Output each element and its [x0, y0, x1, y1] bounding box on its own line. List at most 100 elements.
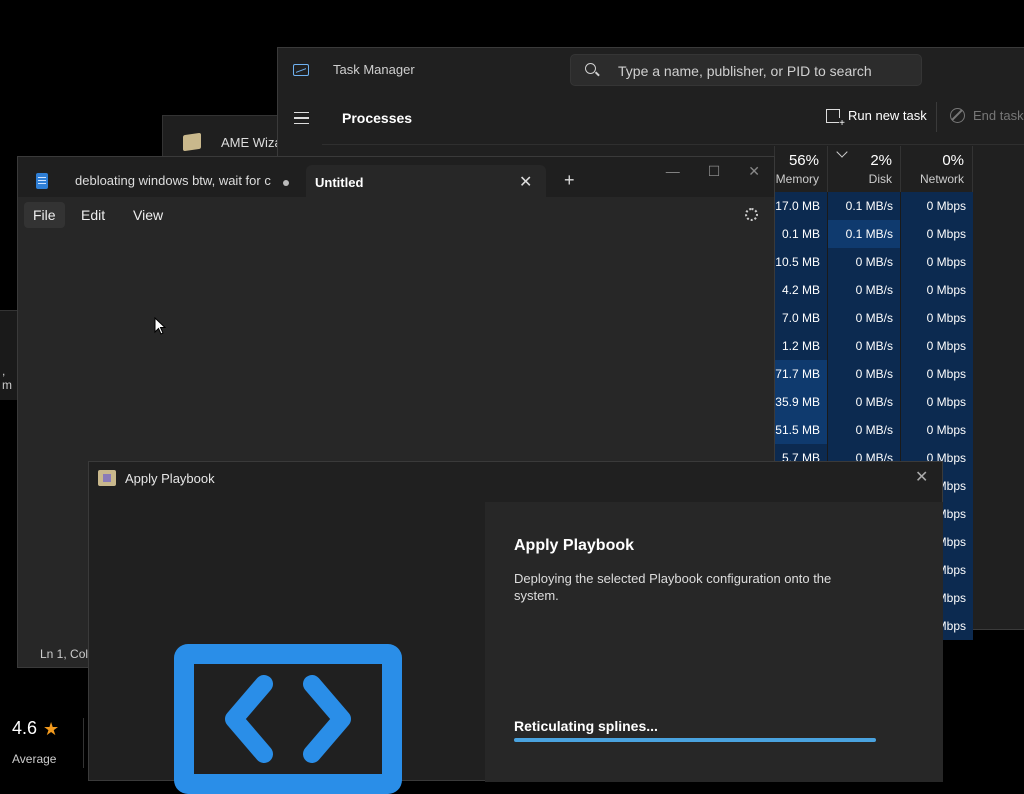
network-cell: 0 Mbps: [900, 192, 973, 220]
memory-cell: 7.0 MB: [774, 304, 827, 332]
close-window-icon[interactable]: ✕: [748, 163, 760, 180]
search-placeholder: Type a name, publisher, or PID to search: [618, 63, 872, 79]
column-header-network[interactable]: 0% Network: [900, 146, 973, 192]
column-header-memory[interactable]: 56% Memory: [774, 146, 827, 192]
window-controls: — ☐ ✕: [666, 163, 760, 180]
run-task-icon: [826, 108, 845, 129]
mouse-cursor-icon: [154, 317, 167, 335]
run-new-task-button[interactable]: Run new task: [826, 108, 927, 129]
table-row[interactable]: 35.9 MB 0 MB/s 0 Mbps: [774, 388, 974, 416]
new-tab-icon[interactable]: +: [564, 170, 575, 191]
network-label: Network: [919, 172, 964, 186]
table-row[interactable]: 71.7 MB 0 MB/s 0 Mbps: [774, 360, 974, 388]
page-title: Processes: [342, 110, 413, 126]
run-new-task-label: Run new task: [848, 108, 927, 123]
memory-cell: 4.2 MB: [774, 276, 827, 304]
rating-summary: 4.6 ★ Average: [12, 718, 59, 766]
menu-view[interactable]: View: [133, 207, 163, 223]
toolbar-separator: [936, 102, 937, 132]
code-playbook-icon: [174, 644, 402, 794]
column-header-disk[interactable]: 2% Disk: [827, 146, 900, 192]
network-percent: 0%: [942, 152, 964, 169]
background-window-fragment[interactable]: , m: [0, 310, 18, 400]
menu-edit[interactable]: Edit: [81, 207, 105, 223]
unsaved-dot-icon: [283, 180, 289, 186]
apply-playbook-dialog[interactable]: Apply Playbook ✕ Apply Playbook Deployin…: [88, 461, 943, 794]
network-cell: 0 Mbps: [900, 276, 973, 304]
dialog-description: Deploying the selected Playbook configur…: [514, 571, 832, 603]
memory-cell: 1.2 MB: [774, 332, 827, 360]
close-icon[interactable]: ✕: [915, 467, 928, 487]
gear-icon[interactable]: [745, 208, 758, 221]
close-tab-icon[interactable]: ✕: [519, 172, 532, 192]
end-task-icon: [950, 108, 965, 123]
end-task-label: End task: [973, 108, 1024, 123]
disk-label: Disk: [868, 172, 892, 186]
notepad-icon: [36, 173, 48, 189]
tab-untitled-label: Untitled: [315, 175, 364, 190]
progress-bar: [514, 738, 876, 742]
menu-bar: File Edit View: [18, 197, 774, 233]
disk-cell: 0 MB/s: [827, 360, 900, 388]
table-row[interactable]: 0.1 MB 0.1 MB/s 0 Mbps: [774, 220, 974, 248]
code-brackets-icon: [225, 675, 351, 763]
disk-percent: 2%: [870, 152, 892, 169]
menu-file[interactable]: File: [24, 202, 65, 228]
task-manager-icon: [293, 64, 309, 76]
memory-cell: 0.1 MB: [774, 220, 827, 248]
search-icon: [585, 63, 596, 74]
disk-cell: 0 MB/s: [827, 416, 900, 444]
notepad-tab-bar: debloating windows btw, wait for cc Unti…: [18, 157, 774, 199]
network-cell: 0 Mbps: [900, 220, 973, 248]
rating-label: Average: [12, 752, 57, 766]
network-cell: 0 Mbps: [900, 360, 973, 388]
memory-cell: 71.7 MB: [774, 360, 827, 388]
star-icon: ★: [43, 719, 60, 739]
end-task-button[interactable]: End task: [950, 108, 1024, 123]
memory-label: Memory: [775, 172, 819, 186]
rating-value: 4.6: [12, 718, 38, 738]
disk-cell: 0 MB/s: [827, 304, 900, 332]
memory-cell: 51.5 MB: [774, 416, 827, 444]
dialog-content-pane: Apply Playbook Deploying the selected Pl…: [485, 502, 943, 782]
ame-wizard-icon: [98, 470, 116, 486]
memory-cell: 10.5 MB: [774, 248, 827, 276]
dialog-title: Apply Playbook: [125, 471, 215, 486]
network-cell: 0 Mbps: [900, 416, 973, 444]
disk-cell: 0 MB/s: [827, 248, 900, 276]
tab-debloating[interactable]: debloating windows btw, wait for cc: [75, 173, 271, 188]
disk-cell: 0.1 MB/s: [827, 220, 900, 248]
memory-percent: 56%: [788, 152, 819, 169]
table-row[interactable]: 17.0 MB 0.1 MB/s 0 Mbps: [774, 192, 974, 220]
tab-untitled[interactable]: Untitled ✕: [306, 165, 546, 199]
dialog-heading: Apply Playbook: [514, 537, 635, 554]
table-row[interactable]: 4.2 MB 0 MB/s 0 Mbps: [774, 276, 974, 304]
progress-status: Reticulating splines...: [514, 718, 658, 734]
maximize-icon[interactable]: ☐: [708, 163, 721, 180]
ame-wizard-icon: [183, 132, 201, 152]
task-manager-title: Task Manager: [333, 62, 415, 77]
table-row[interactable]: 1.2 MB 0 MB/s 0 Mbps: [774, 332, 974, 360]
progress-bar-fill: [514, 738, 876, 742]
network-cell: 0 Mbps: [900, 332, 973, 360]
task-manager-titlebar: Task Manager Type a name, publisher, or …: [278, 48, 1024, 94]
disk-cell: 0 MB/s: [827, 388, 900, 416]
memory-cell: 35.9 MB: [774, 388, 827, 416]
table-row[interactable]: 51.5 MB 0 MB/s 0 Mbps: [774, 416, 974, 444]
minimize-icon[interactable]: —: [666, 163, 680, 180]
divider: [322, 144, 1024, 145]
disk-cell: 0 MB/s: [827, 332, 900, 360]
fragment-text: , m: [2, 364, 12, 392]
disk-cell: 0.1 MB/s: [827, 192, 900, 220]
hamburger-icon[interactable]: [294, 112, 309, 124]
memory-cell: 17.0 MB: [774, 192, 827, 220]
network-cell: 0 Mbps: [900, 248, 973, 276]
disk-cell: 0 MB/s: [827, 276, 900, 304]
divider: [83, 718, 84, 768]
table-row[interactable]: 10.5 MB 0 MB/s 0 Mbps: [774, 248, 974, 276]
network-cell: 0 Mbps: [900, 388, 973, 416]
ame-wizard-window[interactable]: AME Wizard: [162, 115, 293, 161]
search-input[interactable]: Type a name, publisher, or PID to search: [570, 54, 922, 86]
table-row[interactable]: 7.0 MB 0 MB/s 0 Mbps: [774, 304, 974, 332]
network-cell: 0 Mbps: [900, 304, 973, 332]
